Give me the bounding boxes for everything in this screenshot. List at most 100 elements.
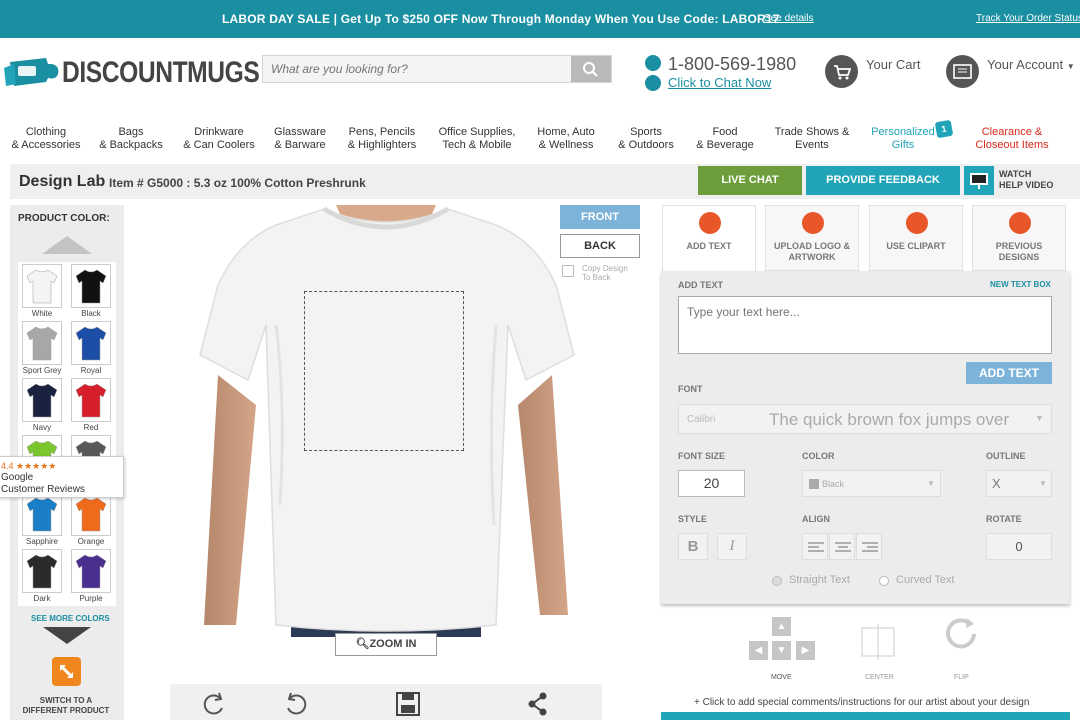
tshirt-swatch-icon [75,269,107,304]
search-input[interactable] [263,56,571,82]
scroll-down-icon[interactable] [43,627,91,644]
align-center-button[interactable] [829,533,855,560]
nav-drinkware[interactable]: Drinkware & Can Coolers [183,126,255,152]
color-swatch[interactable] [71,264,111,308]
cart-label[interactable]: Your Cart [866,57,920,72]
item-description: Item # G5000 : 5.3 oz 100% Cotton Preshr… [109,176,366,190]
nav-personalized[interactable]: Personalized Gifts [871,126,935,152]
bold-button[interactable]: B [678,533,708,560]
font-select[interactable]: Calibri The quick brown fox jumps over ▼ [678,404,1052,434]
zoom-icon: 🔍︎ [355,638,370,650]
outline-select[interactable]: X ▼ [986,470,1052,497]
switch-product-label[interactable]: SWITCH TO A DIFFERENT PRODUCT [18,696,114,716]
color-swatch-label: Dark [33,594,51,603]
copy-to-back-checkbox[interactable] [562,265,574,277]
search-icon [583,62,598,77]
search-button[interactable] [571,56,611,82]
flip-icon[interactable] [942,614,982,654]
tab-upload-logo[interactable]: UPLOAD LOGO & ARTWORK [765,205,859,271]
straight-text-radio[interactable] [772,576,782,586]
add-text-button[interactable]: ADD TEXT [966,362,1052,384]
color-swatch[interactable] [71,549,111,593]
nav-sports[interactable]: Sports & Outdoors [618,126,674,152]
switch-product-icon[interactable] [52,657,81,686]
move-right-button[interactable]: ▶ [796,641,815,660]
align-left-button[interactable] [802,533,828,560]
google-reviews: Customer Reviews [1,484,85,495]
color-swatch[interactable] [22,492,62,536]
search-bar [262,55,612,83]
color-swatch[interactable] [71,492,111,536]
rotate-input[interactable]: 0 [986,533,1052,560]
google-rating: 4.4 ★★★★★ [1,461,57,471]
font-size-input[interactable]: 20 [678,470,745,497]
color-select[interactable]: Black ▼ [802,470,941,497]
new-text-box-link[interactable]: NEW TEXT BOX [990,280,1051,289]
color-swatch[interactable] [22,378,62,422]
nav-pens[interactable]: Pens, Pencils & Highlighters [348,126,416,152]
nav-trade-shows[interactable]: Trade Shows & Events [775,126,850,152]
live-chat-button[interactable]: LIVE CHAT [698,166,802,195]
color-swatch-label: Sport Grey [22,366,62,375]
nav-clearance[interactable]: Clearance & Closeout Items [975,126,1048,152]
save-icon[interactable] [394,690,422,718]
nav-office[interactable]: Office Supplies, Tech & Mobile [439,126,516,152]
redo-icon[interactable] [282,690,310,718]
tab-clipart[interactable]: USE CLIPART [869,205,963,271]
front-button[interactable]: FRONT [560,205,640,229]
logo-text: DISCOUNTMUGS [62,56,260,89]
cart-icon[interactable] [825,55,858,88]
align-right-icon [862,542,878,552]
move-left-button[interactable]: ◀ [749,641,768,660]
upload-icon [802,212,824,234]
color-swatch-label: Navy [32,423,52,432]
chevron-down-icon: ▼ [1066,62,1075,71]
font-sample: The quick brown fox jumps over [769,410,1009,429]
text-input[interactable] [678,296,1052,354]
center-icon[interactable] [860,624,896,660]
see-more-colors-link[interactable]: SEE MORE COLORS [31,614,110,623]
nav-clothing[interactable]: Clothing & Accessories [11,126,80,152]
tshirt-swatch-icon [75,326,107,361]
account-label[interactable]: Your Account ▼ [987,57,1075,72]
print-area[interactable] [304,291,464,451]
logo[interactable]: DISCOUNTMUGS [2,52,260,92]
align-right-button[interactable] [856,533,882,560]
phone-number[interactable]: 1-800-569-1980 [668,54,796,75]
artist-comments-link[interactable]: + Click to add special comments/instruct… [694,697,1029,708]
rotate-label: ROTATE [986,514,1022,524]
chat-now-link[interactable]: Click to Chat Now [668,75,771,90]
share-icon[interactable] [524,690,552,718]
zoom-in-button[interactable]: 🔍︎ZOOM IN [335,633,437,656]
help-video-icon[interactable] [964,166,994,195]
italic-button[interactable]: I [717,533,747,560]
color-swatch-label: Sapphire [25,537,59,546]
color-swatch[interactable] [71,321,111,365]
color-swatch[interactable] [22,321,62,365]
move-up-button[interactable]: ▲ [772,617,791,636]
google-reviews-badge[interactable]: 4.4 ★★★★★ Google Customer Reviews [0,456,124,498]
nav-food[interactable]: Food & Beverage [696,126,753,152]
color-swatch-label: Purple [79,594,103,603]
copy-to-back-label: Copy Design To Back [582,264,628,282]
tab-previous-designs[interactable]: PREVIOUS DESIGNS [972,205,1066,271]
nav-bags[interactable]: Bags & Backpacks [99,126,163,152]
move-down-button[interactable]: ▼ [772,641,791,660]
tab-add-text[interactable]: ADD TEXT [662,205,756,271]
move-label: MOVE [771,674,792,681]
color-swatch[interactable] [71,378,111,422]
back-button[interactable]: BACK [560,234,640,258]
track-order-link[interactable]: Track Your Order Status [976,13,1080,24]
color-swatch[interactable] [22,264,62,308]
see-details-link[interactable]: See details [764,13,813,24]
nav-home[interactable]: Home, Auto & Wellness [537,126,594,152]
flip-label: FLIP [954,674,969,681]
feedback-button[interactable]: PROVIDE FEEDBACK [806,166,960,195]
nav-glassware[interactable]: Glassware & Barware [274,126,326,152]
scroll-up-icon[interactable] [42,236,92,254]
account-icon[interactable] [946,55,979,88]
watch-help-video[interactable]: WATCH HELP VIDEO [999,169,1053,191]
curved-text-radio[interactable] [879,576,889,586]
undo-icon[interactable] [200,690,228,718]
color-swatch[interactable] [22,549,62,593]
